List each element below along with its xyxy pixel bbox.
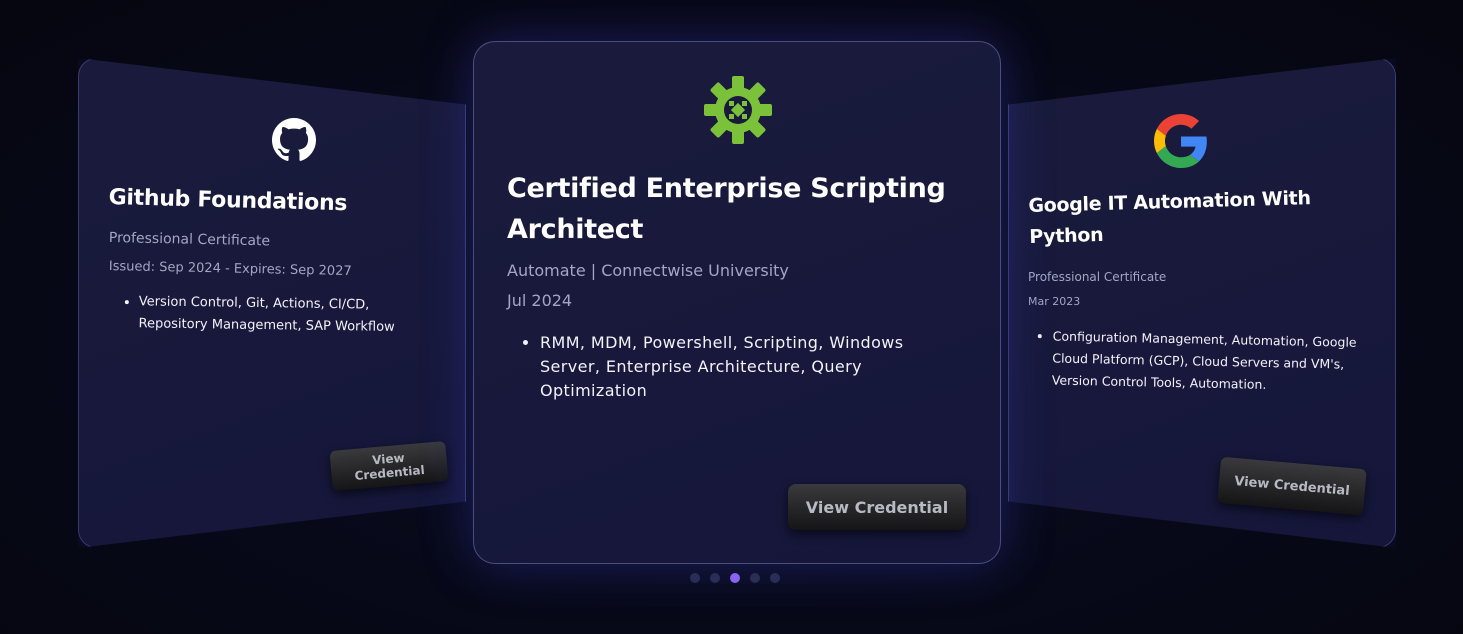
card-subtitle: Professional Certificate	[1028, 270, 1167, 284]
card-date: Mar 2023	[1028, 295, 1081, 308]
skills-list: RMM, MDM, Powershell, Scripting, Windows…	[518, 331, 960, 403]
certifications-carousel: Github Foundations Professional Certific…	[0, 0, 1463, 634]
card-title: Google IT Automation With Python	[1028, 187, 1311, 248]
card-subtitle: Professional Certificate	[108, 230, 271, 250]
pagination-dot[interactable]	[690, 573, 700, 583]
card-date: Issued: Sep 2024 - Expires: Sep 2027	[108, 259, 352, 280]
view-credential-button[interactable]: View Credential	[788, 484, 966, 530]
card-subtitle: Automate | Connectwise University	[507, 261, 789, 280]
pagination-dot-active[interactable]	[730, 573, 740, 583]
github-icon	[271, 117, 317, 163]
certificate-card-google[interactable]: Google IT Automation With Python Profess…	[1008, 58, 1396, 548]
google-icon	[1153, 111, 1209, 171]
certificate-card-enterprise-scripting[interactable]: Certified Enterprise Scripting Architect…	[473, 41, 1001, 564]
skills-list-item: RMM, MDM, Powershell, Scripting, Windows…	[540, 331, 960, 403]
certificate-card-github[interactable]: Github Foundations Professional Certific…	[78, 58, 466, 548]
view-credential-button[interactable]: View Credential	[1217, 456, 1367, 516]
pagination-dot[interactable]	[770, 573, 780, 583]
carousel-pagination	[690, 573, 780, 583]
card-title: Certified Enterprise Scripting Architect	[507, 173, 946, 245]
skills-list: Configuration Management, Automation, Go…	[1030, 325, 1373, 398]
skills-list-item: Configuration Management, Automation, Go…	[1052, 325, 1373, 398]
view-credential-button[interactable]: View Credential	[329, 441, 449, 491]
pagination-dot[interactable]	[750, 573, 760, 583]
card-title: Github Foundations	[108, 185, 348, 217]
pagination-dot[interactable]	[710, 573, 720, 583]
skills-list: Version Control, Git, Actions, CI/CD, Re…	[116, 291, 439, 339]
skills-list-item: Version Control, Git, Actions, CI/CD, Re…	[138, 291, 439, 339]
gear-icon	[700, 72, 776, 148]
card-date: Jul 2024	[507, 291, 573, 310]
